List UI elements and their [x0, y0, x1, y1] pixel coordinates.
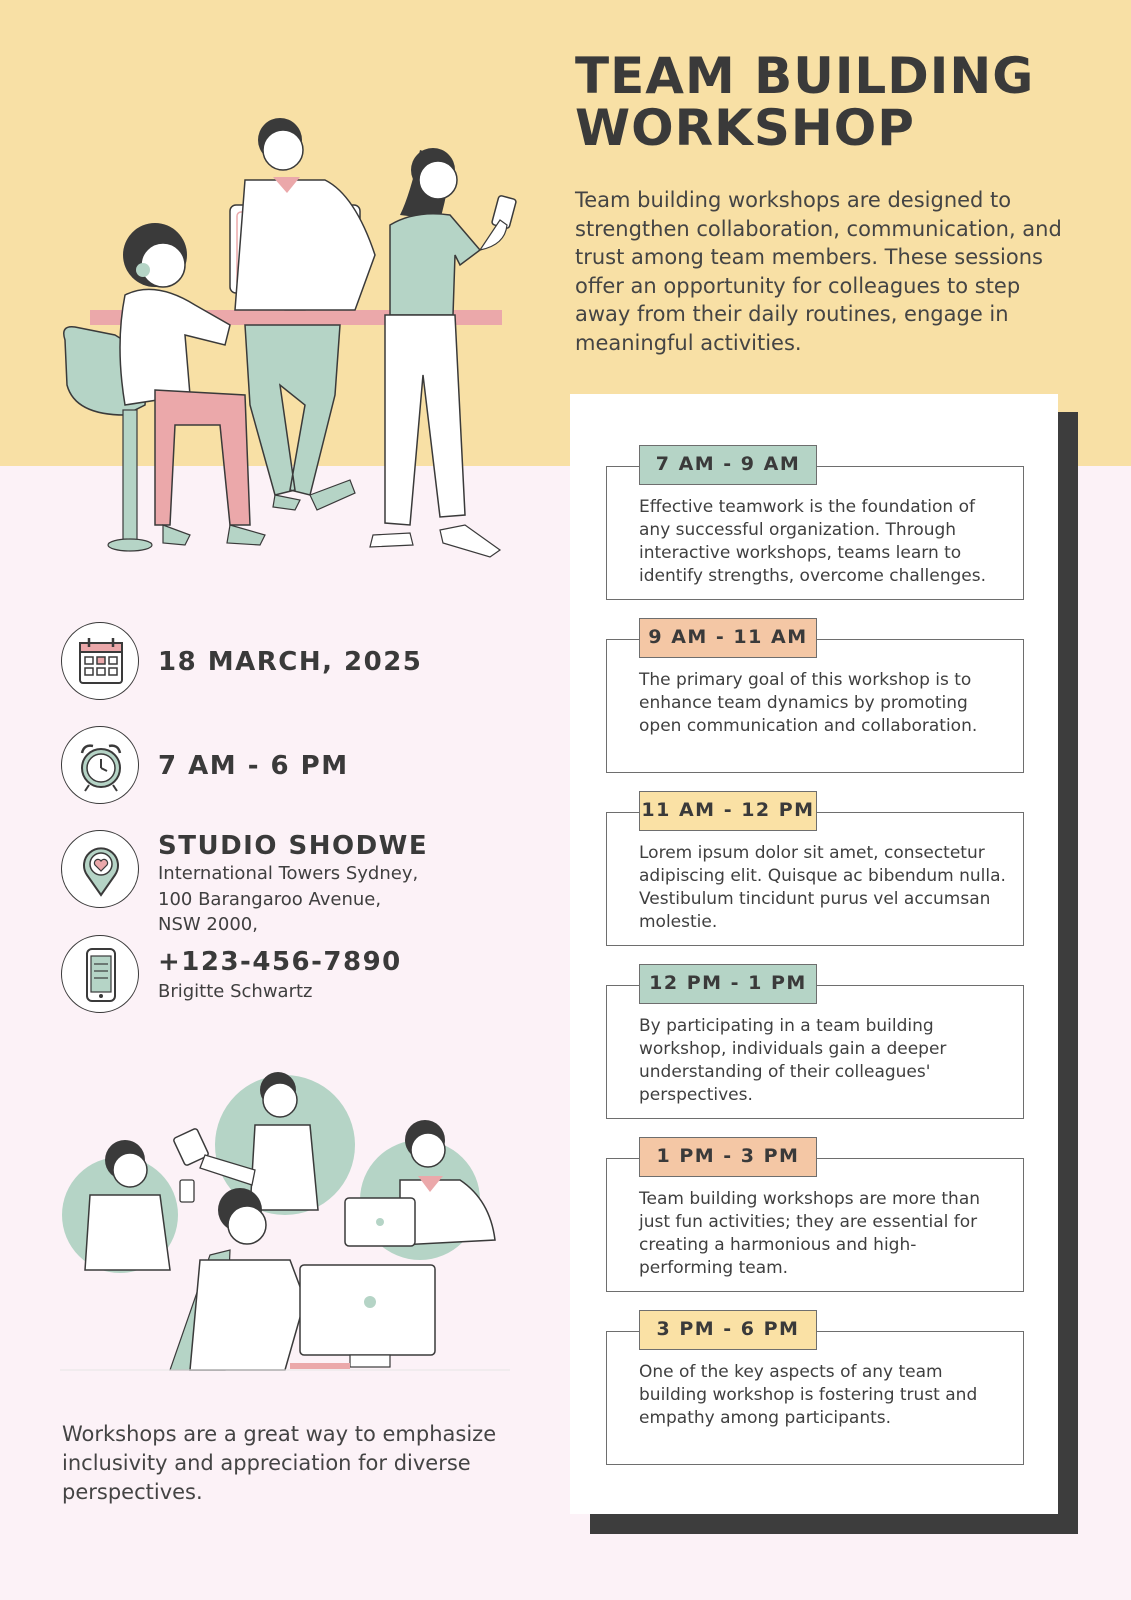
location-pin-icon [61, 830, 139, 908]
title-line-2: WORKSHOP [575, 99, 915, 157]
team-desk-illustration [63, 118, 517, 558]
page-title: TEAM BUILDING WORKSHOP [575, 50, 1095, 154]
contact-name: Brigitte Schwartz [158, 981, 313, 1002]
phone-number: +123-456-7890 [158, 947, 402, 977]
time-tag: 7 AM - 9 AM [639, 445, 817, 485]
time-tag: 3 PM - 6 PM [639, 1310, 817, 1350]
time-tag: 11 AM - 12 PM [639, 791, 817, 831]
venue-name: STUDIO SHODWE [158, 831, 429, 861]
intro-paragraph: Team building workshops are designed to … [575, 188, 1062, 355]
calendar-icon [61, 622, 139, 700]
time-tag: 1 PM - 3 PM [639, 1137, 817, 1177]
schedule-item: 3 PM - 6 PM One of the key aspects of an… [606, 1310, 1024, 1465]
schedule-item: 9 AM - 11 AM The primary goal of this wo… [606, 618, 1024, 773]
schedule-item: 11 AM - 12 PM Lorem ipsum dolor sit amet… [606, 791, 1024, 946]
schedule-item: 12 PM - 1 PM By participating in a team … [606, 964, 1024, 1119]
event-time: 7 AM - 6 PM [158, 751, 349, 781]
schedule-item: 7 AM - 9 AM Effective teamwork is the fo… [606, 445, 1024, 600]
session-description: By participating in a team building work… [639, 1016, 947, 1105]
time-tag: 9 AM - 11 AM [639, 618, 817, 658]
session-description: Effective teamwork is the foundation of … [639, 497, 986, 586]
team-devices-illustration [60, 1072, 510, 1371]
event-date: 18 MARCH, 2025 [158, 647, 423, 677]
session-description: The primary goal of this workshop is to … [639, 670, 978, 736]
address-line-3: NSW 2000, [158, 914, 258, 935]
schedule-item: 1 PM - 3 PM Team building workshops are … [606, 1137, 1024, 1292]
title-line-1: TEAM BUILDING [575, 47, 1035, 105]
venue-address: International Towers Sydney, 100 Baranga… [158, 861, 418, 938]
session-description: Lorem ipsum dolor sit amet, consectetur … [639, 843, 1006, 932]
footer-paragraph: Workshops are a great way to emphasize i… [62, 1422, 497, 1504]
address-line-2: 100 Barangaroo Avenue, [158, 888, 382, 910]
time-tag: 12 PM - 1 PM [639, 964, 817, 1004]
alarm-clock-icon [61, 726, 139, 804]
session-description: One of the key aspects of any team build… [639, 1362, 978, 1428]
address-line-1: International Towers Sydney, [158, 863, 419, 884]
session-description: Team building workshops are more than ju… [639, 1189, 981, 1278]
phone-icon [61, 935, 139, 1013]
